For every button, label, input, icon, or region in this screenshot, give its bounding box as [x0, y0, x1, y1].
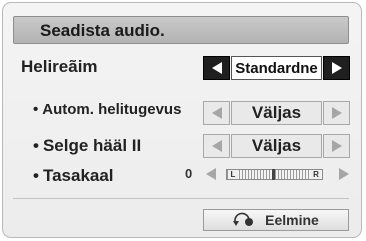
- triangle-left-icon: [211, 107, 222, 119]
- balance-label: • Tasakaal: [33, 166, 114, 186]
- clear-voice-label: • Selge hääl II: [33, 136, 141, 156]
- auto-volume-label-text: Autom. helitugevus: [42, 101, 182, 118]
- balance-left-tag: L: [228, 170, 238, 179]
- triangle-right-icon: [331, 107, 342, 119]
- clear-voice-value[interactable]: Väljas: [231, 134, 322, 158]
- triangle-left-icon: [211, 140, 222, 152]
- auto-volume-prev-button[interactable]: [203, 101, 230, 125]
- clear-voice-next-button[interactable]: [323, 134, 350, 158]
- sound-mode-next-button[interactable]: [323, 56, 350, 80]
- auto-volume-next-button[interactable]: [323, 101, 350, 125]
- bullet: •: [33, 101, 39, 118]
- title-bar: Seadista audio.: [13, 16, 349, 44]
- auto-volume-label: • Autom. helitugevus: [33, 101, 181, 118]
- balance-value: 0: [185, 166, 193, 181]
- auto-volume-value[interactable]: Väljas: [231, 101, 322, 125]
- balance-left-arrow-icon[interactable]: [205, 168, 217, 180]
- balance-label-text: Tasakaal: [42, 166, 114, 185]
- back-button[interactable]: Eelmine: [203, 209, 349, 231]
- sound-mode-label: Helireãim: [21, 57, 98, 76]
- bullet: •: [33, 166, 39, 185]
- triangle-left-icon: [211, 62, 222, 74]
- triangle-right-icon: [331, 140, 342, 152]
- balance-right-tag: R: [311, 170, 321, 179]
- divider: [13, 198, 349, 199]
- sound-mode-value[interactable]: Standardne: [231, 56, 322, 80]
- sound-mode-prev-button[interactable]: [203, 56, 230, 80]
- back-button-label: Eelmine: [265, 212, 319, 228]
- balance-center-marker: [272, 169, 275, 180]
- clear-voice-prev-button[interactable]: [203, 134, 230, 158]
- bullet: •: [33, 136, 39, 155]
- balance-right-arrow-icon[interactable]: [338, 168, 350, 180]
- clear-voice-label-text: Selge hääl II: [42, 136, 142, 155]
- page-title: Seadista audio.: [40, 21, 165, 40]
- return-icon: [233, 212, 254, 226]
- balance-slider[interactable]: L R: [226, 169, 323, 180]
- triangle-right-icon: [331, 62, 342, 74]
